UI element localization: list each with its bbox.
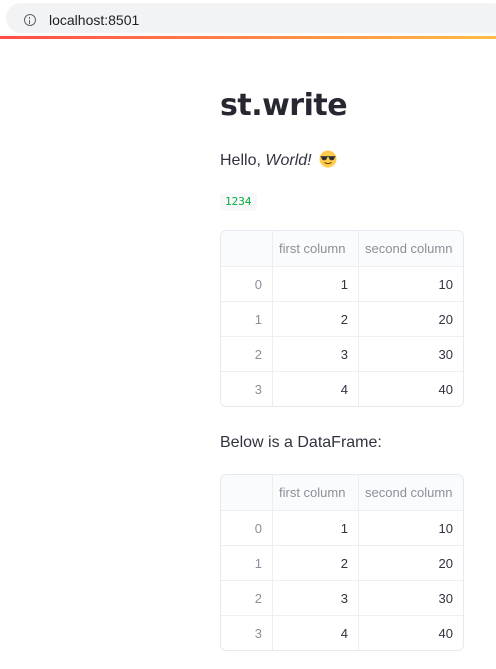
page-title: st.write xyxy=(220,88,348,123)
cell-first-column[interactable]: 1 xyxy=(272,267,358,301)
table-row: 0 1 10 xyxy=(221,510,463,545)
sunglasses-emoji-icon xyxy=(319,150,337,168)
header-decoration xyxy=(0,36,496,39)
table-header-row: first column second column xyxy=(221,231,463,266)
table-row: 3 4 40 xyxy=(221,615,463,650)
code-value: 1234 xyxy=(220,193,257,211)
table-header-row: first column second column xyxy=(221,475,463,510)
cell-second-column[interactable]: 30 xyxy=(358,337,463,371)
cell-first-column[interactable]: 4 xyxy=(272,616,358,650)
cell-second-column[interactable]: 10 xyxy=(358,511,463,545)
cell-second-column[interactable]: 20 xyxy=(358,302,463,336)
cell-first-column[interactable]: 1 xyxy=(272,511,358,545)
cell-first-column[interactable]: 3 xyxy=(272,581,358,615)
header-first-column[interactable]: first column xyxy=(272,231,358,266)
table-row: 0 1 10 xyxy=(221,266,463,301)
dataframe-table-1[interactable]: first column second column 0 1 10 1 2 20… xyxy=(220,230,464,407)
cell-first-column[interactable]: 4 xyxy=(272,372,358,406)
url-text[interactable]: localhost:8501 xyxy=(49,12,139,28)
row-index: 1 xyxy=(221,302,272,336)
cell-second-column[interactable]: 30 xyxy=(358,581,463,615)
row-index: 0 xyxy=(221,511,272,545)
cell-second-column[interactable]: 40 xyxy=(358,616,463,650)
row-index: 2 xyxy=(221,581,272,615)
header-second-column[interactable]: second column xyxy=(358,475,463,510)
url-field[interactable]: localhost:8501 xyxy=(6,3,496,33)
cell-first-column[interactable]: 2 xyxy=(272,302,358,336)
cell-second-column[interactable]: 20 xyxy=(358,546,463,580)
row-index: 1 xyxy=(221,546,272,580)
header-index xyxy=(221,231,272,266)
header-index xyxy=(221,475,272,510)
hello-text: Hello, World! xyxy=(220,150,337,170)
cell-first-column[interactable]: 2 xyxy=(272,546,358,580)
table-row: 3 4 40 xyxy=(221,371,463,406)
cell-second-column[interactable]: 10 xyxy=(358,267,463,301)
hello-world: World! xyxy=(265,152,312,169)
dataframe-caption: Below is a DataFrame: xyxy=(220,434,382,451)
table-row: 1 2 20 xyxy=(221,301,463,336)
info-icon[interactable] xyxy=(24,14,36,26)
row-index: 0 xyxy=(221,267,272,301)
browser-address-bar: localhost:8501 xyxy=(0,0,496,36)
table-row: 2 3 30 xyxy=(221,336,463,371)
row-index: 3 xyxy=(221,372,272,406)
dataframe-table-2[interactable]: first column second column 0 1 10 1 2 20… xyxy=(220,474,464,651)
row-index: 2 xyxy=(221,337,272,371)
table-row: 1 2 20 xyxy=(221,545,463,580)
header-second-column[interactable]: second column xyxy=(358,231,463,266)
row-index: 3 xyxy=(221,616,272,650)
header-first-column[interactable]: first column xyxy=(272,475,358,510)
hello-prefix: Hello, xyxy=(220,152,266,169)
cell-second-column[interactable]: 40 xyxy=(358,372,463,406)
table-row: 2 3 30 xyxy=(221,580,463,615)
cell-first-column[interactable]: 3 xyxy=(272,337,358,371)
